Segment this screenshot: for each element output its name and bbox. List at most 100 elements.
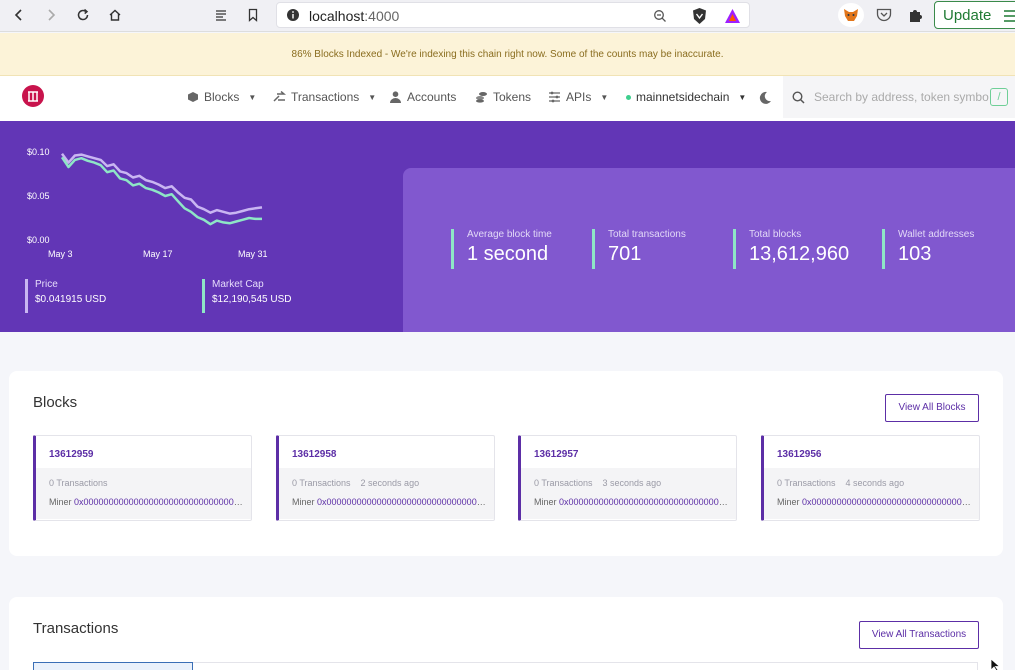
x-tick-label: May 31: [238, 249, 268, 259]
stat-value: 1 second: [467, 243, 549, 265]
market-cap-stat: Market Cap $12,190,545 USD: [202, 279, 292, 313]
block-age: 3 seconds ago: [602, 478, 662, 488]
nav-apis[interactable]: APIs ▼: [548, 90, 608, 104]
view-all-blocks-button[interactable]: View All Blocks: [885, 394, 979, 422]
market-cap-value: $12,190,545 USD: [212, 294, 292, 305]
info-icon[interactable]: [286, 8, 300, 22]
network-name: mainnetsidechain: [636, 90, 730, 104]
network-selector[interactable]: mainnetsidechain ▼: [626, 90, 746, 104]
y-tick-label: $0.00: [27, 235, 50, 245]
sliders-icon: [549, 91, 560, 103]
chevron-down-icon: ▼: [248, 92, 257, 102]
stat-total-transactions: Total transactions 701: [592, 229, 686, 269]
bookmark-button[interactable]: [241, 4, 265, 26]
price-stat: Price $0.041915 USD: [25, 279, 106, 313]
block-tx-count: 0 Transactions: [292, 478, 351, 488]
pocket-icon[interactable]: [876, 8, 892, 23]
metamask-extension-icon[interactable]: [838, 3, 864, 27]
nav-blocks-label: Blocks: [204, 90, 240, 104]
miner-address-link[interactable]: 0x00000000000000000000000000000000000000…: [317, 497, 490, 507]
block-tx-count: 0 Transactions: [777, 478, 836, 488]
search-shortcut-key: /: [990, 88, 1008, 106]
transaction-status-tile: [33, 662, 193, 670]
block-tx-count: 0 Transactions: [534, 478, 593, 488]
reader-view-button[interactable]: [209, 4, 233, 26]
price-label: Price: [35, 279, 58, 290]
block-tile: 13612959 0 Transactions Miner 0x00000000…: [33, 435, 252, 521]
stat-label: Average block time: [467, 229, 552, 240]
address-bar[interactable]: localhost:4000: [276, 2, 750, 28]
user-icon: [390, 91, 401, 103]
home-button[interactable]: [103, 4, 127, 26]
cube-icon: [188, 92, 198, 102]
app-header: Blocks ▼ Transactions ▼ Accounts Tokens AP…: [0, 76, 1015, 121]
coins-icon: [476, 92, 487, 103]
stat-label: Total transactions: [608, 229, 686, 240]
indexing-banner-text: 86% Blocks Indexed - We're indexing this…: [291, 49, 724, 60]
miner-address-link[interactable]: 0x00000000000000000000000000000000000000…: [74, 497, 247, 507]
miner-label: Miner: [777, 497, 800, 507]
stat-value: 103: [898, 243, 932, 265]
nav-apis-label: APIs: [566, 90, 592, 104]
reload-button[interactable]: [71, 4, 95, 26]
view-all-transactions-button[interactable]: View All Transactions: [859, 621, 979, 649]
network-status-dot: [626, 94, 631, 100]
dark-mode-moon-icon[interactable]: [758, 91, 772, 105]
block-age: 2 seconds ago: [360, 478, 420, 488]
stat-value: 701: [608, 243, 642, 265]
stat-total-blocks: Total blocks 13,612,960: [733, 229, 849, 269]
search-icon: [792, 91, 805, 104]
reload-icon: [77, 8, 89, 21]
x-tick-label: May 17: [143, 249, 173, 259]
block-tile: 13612956 0 Transactions 4 seconds ago Min…: [761, 435, 980, 521]
transactions-card: Transactions View All Transactions: [9, 597, 1003, 670]
nav-tokens[interactable]: Tokens: [475, 90, 531, 104]
stat-label: Wallet addresses: [898, 229, 975, 240]
extensions-puzzle-icon[interactable]: [908, 7, 924, 23]
x-tick-label: May 3: [48, 249, 73, 259]
price-value: $0.041915 USD: [35, 294, 107, 305]
miner-address-link[interactable]: 0x00000000000000000000000000000000000000…: [802, 497, 975, 507]
block-tile: 13612958 0 Transactions 2 seconds ago Min…: [276, 435, 495, 521]
back-button[interactable]: [7, 4, 31, 26]
home-icon: [109, 9, 121, 21]
y-tick-label: $0.10: [27, 147, 50, 157]
hamburger-menu-icon: [1004, 10, 1015, 22]
reader-icon: [216, 10, 226, 21]
brave-rewards-icon[interactable]: [724, 8, 741, 24]
block-tx-count: 0 Transactions: [49, 478, 108, 488]
app-logo[interactable]: [22, 85, 44, 107]
indexing-banner: 86% Blocks Indexed - We're indexing this…: [0, 33, 1015, 76]
forward-button[interactable]: [39, 4, 63, 26]
transactions-title: Transactions: [33, 620, 119, 637]
nav-blocks[interactable]: Blocks ▼: [187, 90, 256, 104]
update-button[interactable]: Update: [934, 1, 1015, 29]
miner-label: Miner: [49, 497, 72, 507]
block-number-link[interactable]: 13612957: [534, 449, 579, 460]
miner-address-link[interactable]: 0x00000000000000000000000000000000000000…: [559, 497, 732, 507]
chevron-down-icon: ▼: [368, 92, 377, 102]
nav-transactions-label: Transactions: [291, 90, 360, 104]
stat-label: Total blocks: [749, 229, 802, 240]
stat-average-block-time: Average block time 1 second: [451, 229, 552, 269]
block-number-link[interactable]: 13612959: [49, 449, 94, 460]
nav-accounts-label: Accounts: [407, 90, 457, 104]
dashboard-banner: $0.10 $0.05 $0.00 May 3 May 17 May 31 Pr…: [0, 121, 1015, 332]
transfer-arrows-icon: [273, 91, 286, 102]
miner-label: Miner: [534, 497, 557, 507]
chevron-down-icon: ▼: [600, 92, 609, 102]
block-number-link[interactable]: 13612956: [777, 449, 822, 460]
back-arrow-icon: [14, 9, 22, 21]
block-number-link[interactable]: 13612958: [292, 449, 337, 460]
blocks-card: Blocks View All Blocks 13612959 0 Transa…: [9, 371, 1003, 556]
nav-accounts[interactable]: Accounts: [389, 90, 456, 104]
stat-wallet-addresses: Wallet addresses 103: [882, 229, 974, 269]
price-chart: $0.10 $0.05 $0.00 May 3 May 17 May 31: [27, 147, 268, 259]
brave-shield-icon[interactable]: [691, 7, 708, 25]
zoom-icon[interactable]: [653, 9, 667, 23]
search-input[interactable]: Search by address, token symbol, name /: [783, 76, 1015, 118]
forward-arrow-icon: [48, 9, 56, 21]
nav-transactions[interactable]: Transactions ▼: [273, 90, 376, 104]
block-tile: 13612957 0 Transactions 3 seconds ago Min…: [518, 435, 737, 521]
browser-toolbar: localhost:4000 Update: [0, 0, 1015, 32]
